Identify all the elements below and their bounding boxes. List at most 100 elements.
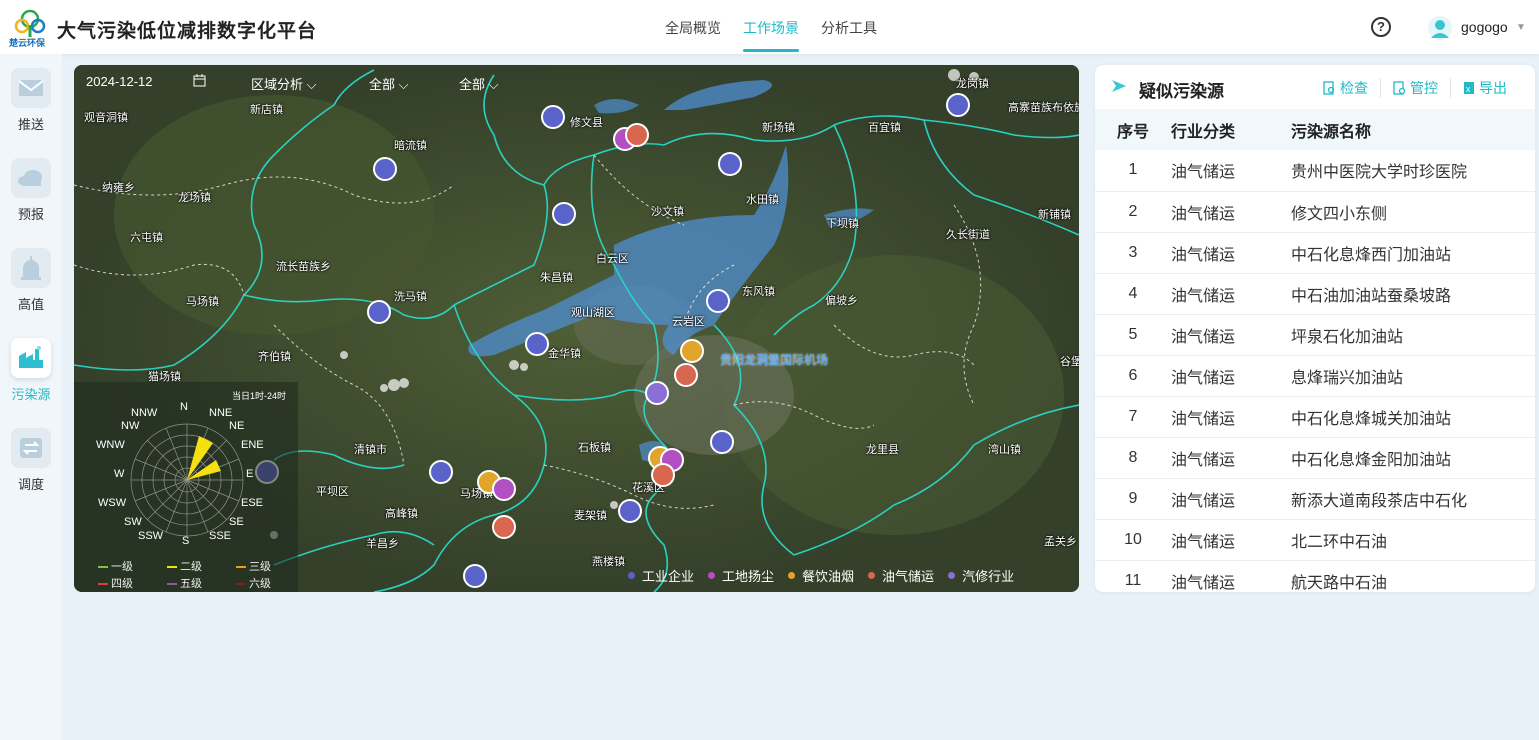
table-cell: 8 [1095, 437, 1171, 479]
filter-select-2[interactable]: 全部 ⌵ [459, 74, 499, 93]
filter-select-1[interactable]: 全部 ⌵ [369, 74, 409, 93]
table-row[interactable]: 6 油气储运 息烽瑞兴加油站 [1095, 355, 1535, 397]
place-label: 龙场镇 [178, 192, 211, 204]
username[interactable]: gogogo [1461, 19, 1508, 35]
wind-rose-chart [130, 423, 244, 537]
level-legend-item: 五级 [167, 575, 202, 591]
construction-marker-icon[interactable] [492, 477, 516, 501]
legend-item-construction[interactable]: 工地扬尘 [708, 566, 774, 585]
play-icon [1112, 80, 1126, 92]
legend-item-industrial[interactable]: 工业企业 [628, 566, 694, 585]
place-label: 齐伯镇 [258, 351, 291, 363]
avatar[interactable] [1428, 16, 1452, 40]
table-row[interactable]: 5 油气储运 坪泉石化加油站 [1095, 314, 1535, 356]
table-row[interactable]: 10 油气储运 北二环中石油 [1095, 519, 1535, 561]
oil-storage-marker-icon[interactable] [625, 123, 649, 147]
inspect-button[interactable]: 检查 [1311, 78, 1380, 98]
table-cell: 5 [1095, 314, 1171, 356]
legend-item-auto-repair[interactable]: 汽修行业 [948, 566, 1014, 585]
table-row[interactable]: 8 油气储运 中石化息烽金阳加油站 [1095, 437, 1535, 479]
industrial-marker-icon[interactable] [618, 499, 642, 523]
sidebar-item-forecast[interactable]: 预报 [0, 144, 62, 232]
wind-rose-panel: 当日1时-24时 N NNE NE ENE E ESE SE SSE S SSW… [74, 382, 298, 592]
sidebar-label: 推送 [17, 117, 44, 132]
industrial-marker-icon[interactable] [463, 564, 487, 588]
main-nav: 全局概览 工作场景 分析工具 [665, 18, 877, 52]
place-label: 洗马镇 [394, 291, 427, 303]
place-label: 纳雍乡 [102, 182, 135, 194]
place-label: 湾山镇 [988, 444, 1021, 456]
industrial-marker-icon[interactable] [718, 152, 742, 176]
oil-storage-marker-icon[interactable] [492, 515, 516, 539]
sidebar-item-push[interactable]: 推送 [0, 54, 62, 142]
factory-icon [11, 338, 51, 378]
direction-label: NNE [209, 407, 233, 419]
industrial-marker-icon[interactable] [552, 202, 576, 226]
tab-analysis-tools[interactable]: 分析工具 [821, 18, 877, 52]
inspect-icon [1323, 81, 1335, 95]
map-view[interactable]: 观音洞镇 新店镇 修文县 新场镇 百宜镇 龙岗镇 高寨苗族布依族乡 暗流镇 纳雍… [74, 65, 1079, 592]
chevron-down-icon[interactable]: ▼ [1516, 22, 1526, 33]
table-row[interactable]: 11 油气储运 航天路中石油 [1095, 560, 1535, 592]
table-row[interactable]: 3 油气储运 中石化息烽西门加油站 [1095, 232, 1535, 274]
place-label: 百宜镇 [868, 122, 901, 134]
auto-repair-marker-icon[interactable] [645, 381, 669, 405]
table-cell: 4 [1095, 273, 1171, 315]
level-legend-item: 三级 [236, 558, 271, 574]
table-cell: 油气储运 [1171, 150, 1291, 192]
column-header: 污染源名称 [1291, 123, 1372, 141]
sidebar-label: 污染源 [11, 387, 51, 402]
sidebar-item-pollution-source[interactable]: 污染源 [0, 324, 62, 412]
help-icon[interactable]: ? [1371, 17, 1391, 37]
direction-label: ESE [241, 497, 264, 509]
table-cell: 修文四小东侧 [1291, 191, 1535, 233]
select-label: 全部 [369, 77, 396, 92]
legend-item-catering[interactable]: 餐饮油烟 [788, 566, 854, 585]
table-row[interactable]: 4 油气储运 中石油加油站蚕桑坡路 [1095, 273, 1535, 315]
table-row[interactable]: 2 油气储运 修文四小东侧 [1095, 191, 1535, 233]
place-label: 暗流镇 [394, 140, 427, 152]
sidebar-item-dispatch[interactable]: 调度 [0, 414, 62, 502]
place-label: 朱昌镇 [540, 272, 573, 284]
oil-storage-marker-icon[interactable] [651, 463, 675, 487]
level-legend-item: 六级 [236, 575, 271, 591]
tab-overview[interactable]: 全局概览 [665, 18, 721, 52]
place-label: 清镇市 [354, 444, 387, 456]
industrial-marker-icon[interactable] [541, 105, 565, 129]
industrial-marker-icon[interactable] [710, 430, 734, 454]
oil-storage-marker-icon[interactable] [674, 363, 698, 387]
place-label: 沙文镇 [651, 206, 684, 218]
logo-text: 楚云环保 [9, 38, 46, 48]
export-button[interactable]: x 导出 [1450, 78, 1519, 98]
calendar-icon[interactable] [193, 74, 206, 90]
table-row[interactable]: 1 油气储运 贵州中医院大学时珍医院 [1095, 150, 1535, 192]
place-label: 金华镇 [548, 348, 581, 360]
sidebar-item-high-value[interactable]: 高值 [0, 234, 62, 322]
direction-label: WSW [98, 497, 127, 509]
control-button[interactable]: 管控 [1380, 78, 1450, 98]
industrial-marker-icon[interactable] [373, 157, 397, 181]
table-row[interactable]: 9 油气储运 新添大道南段茶店中石化 [1095, 478, 1535, 520]
map-legend: 工业企业 工地扬尘 餐饮油烟 油气储运 汽修行业 [614, 558, 1079, 592]
direction-label: NNW [131, 407, 158, 419]
panel-actions: 检查 管控 x 导出 [1311, 78, 1519, 98]
legend-item-oil-storage[interactable]: 油气储运 [868, 566, 934, 585]
table-cell: 航天路中石油 [1291, 560, 1535, 592]
tab-work-scenes[interactable]: 工作场景 [743, 18, 799, 52]
region-analysis-select[interactable]: 区域分析 ⌵ [251, 74, 317, 93]
wind-rose-title: 当日1时-24时 [232, 391, 287, 401]
industrial-marker-icon[interactable] [429, 460, 453, 484]
table-cell: 7 [1095, 396, 1171, 438]
excel-export-icon: x [1464, 82, 1474, 94]
direction-label: NW [121, 420, 140, 432]
industrial-marker-icon[interactable] [525, 332, 549, 356]
industrial-marker-icon[interactable] [706, 289, 730, 313]
date-display[interactable]: 2024-12-12 [86, 74, 153, 89]
table-cell: 1 [1095, 150, 1171, 192]
table-row[interactable]: 7 油气储运 中石化息烽城关加油站 [1095, 396, 1535, 438]
industrial-marker-icon[interactable] [367, 300, 391, 324]
select-label: 全部 [459, 77, 486, 92]
catering-marker-icon[interactable] [680, 339, 704, 363]
place-label: 新场镇 [762, 122, 795, 134]
place-label: 龙里县 [866, 444, 899, 456]
